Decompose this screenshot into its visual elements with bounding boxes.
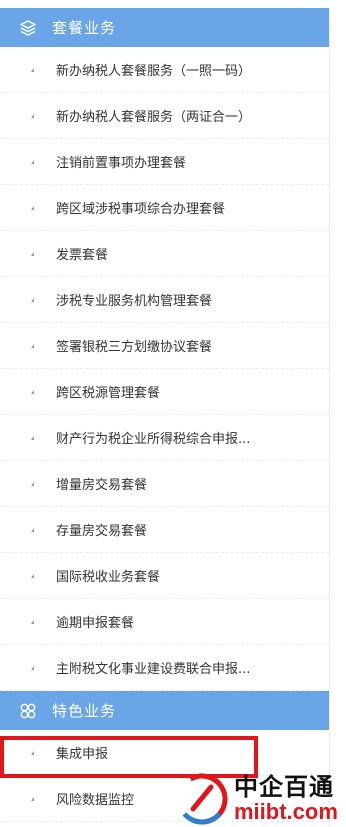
bullet-icon bbox=[31, 482, 34, 486]
menu-item[interactable]: 签署银税三方划缴协议套餐 bbox=[0, 323, 329, 369]
menu-item-label: 跨区税源管理套餐 bbox=[56, 386, 161, 401]
section-title: 特色业务 bbox=[52, 702, 117, 720]
menu-item[interactable]: 涉税专业服务机构管理套餐 bbox=[0, 277, 329, 323]
bullet-icon bbox=[31, 436, 34, 440]
menu-item-label: 主附税文化事业建设费联合申报... bbox=[56, 662, 251, 677]
menu-item-label: 增量房交易套餐 bbox=[56, 478, 148, 493]
menu-item-label: 存量房交易套餐 bbox=[56, 524, 148, 539]
bullet-icon bbox=[31, 298, 34, 302]
menu-item-label: 逾期申报套餐 bbox=[56, 616, 135, 631]
menu-item[interactable]: 跨区域涉税事项综合办理套餐 bbox=[0, 185, 329, 231]
menu-item[interactable]: 新办纳税人套餐服务（两证合一） bbox=[0, 93, 329, 139]
brand-logo-icon bbox=[176, 773, 228, 824]
section-header-package-services[interactable]: 套餐业务 bbox=[0, 8, 329, 47]
bullet-icon bbox=[31, 390, 34, 394]
menu-item-label: 涉税专业服务机构管理套餐 bbox=[56, 294, 213, 309]
bullet-icon bbox=[31, 620, 34, 624]
menu-item[interactable]: 增量房交易套餐 bbox=[0, 461, 329, 507]
menu-item[interactable]: 跨区税源管理套餐 bbox=[0, 369, 329, 415]
bullet-icon bbox=[31, 797, 34, 801]
menu-item-label: 国际税收业务套餐 bbox=[56, 570, 161, 585]
watermark: 中企百通 miibt.com bbox=[176, 770, 346, 827]
clover-icon bbox=[18, 701, 38, 721]
bullet-icon bbox=[31, 574, 34, 578]
layers-icon bbox=[18, 18, 38, 38]
menu-item-label: 跨区域涉税事项综合办理套餐 bbox=[56, 202, 226, 217]
menu-item[interactable]: 发票套餐 bbox=[0, 231, 329, 277]
brand-domain: miibt.com bbox=[234, 798, 338, 824]
bullet-icon bbox=[31, 528, 34, 532]
menu-item[interactable]: 主附税文化事业建设费联合申报... bbox=[0, 645, 329, 691]
menu-item-label: 财产行为税企业所得税综合申报... bbox=[56, 432, 251, 447]
menu-item[interactable]: 存量房交易套餐 bbox=[0, 507, 329, 553]
menu-item-label: 发票套餐 bbox=[56, 248, 109, 263]
bullet-icon bbox=[31, 666, 34, 670]
menu-item[interactable]: 新办纳税人套餐服务（一照一码） bbox=[0, 47, 329, 93]
bullet-icon bbox=[31, 68, 34, 72]
bullet-icon bbox=[31, 252, 34, 256]
menu-item-label: 注销前置事项办理套餐 bbox=[56, 156, 187, 171]
bullet-icon bbox=[31, 751, 34, 755]
menu-item[interactable]: 注销前置事项办理套餐 bbox=[0, 139, 329, 185]
brand-name: 中企百通 bbox=[234, 772, 334, 801]
side-menu: 套餐业务 新办纳税人套餐服务（一照一码） 新办纳税人套餐服务（两证合一） 注销前置事… bbox=[0, 8, 330, 827]
menu-item-label: 风险数据监控 bbox=[56, 793, 135, 808]
bullet-icon bbox=[31, 344, 34, 348]
section-title: 套餐业务 bbox=[52, 19, 117, 37]
bullet-icon bbox=[31, 160, 34, 164]
menu-item-label: 签署银税三方划缴协议套餐 bbox=[56, 340, 213, 355]
menu-item-label: 集成申报 bbox=[56, 747, 109, 762]
menu-item[interactable]: 逾期申报套餐 bbox=[0, 599, 329, 645]
menu-item-label: 新办纳税人套餐服务（一照一码） bbox=[56, 64, 252, 79]
menu-item[interactable]: 国际税收业务套餐 bbox=[0, 553, 329, 599]
section-header-featured-services[interactable]: 特色业务 bbox=[0, 691, 329, 730]
bullet-icon bbox=[31, 206, 34, 210]
bullet-icon bbox=[31, 114, 34, 118]
menu-item[interactable]: 财产行为税企业所得税综合申报... bbox=[0, 415, 329, 461]
menu-item-label: 新办纳税人套餐服务（两证合一） bbox=[56, 110, 252, 125]
